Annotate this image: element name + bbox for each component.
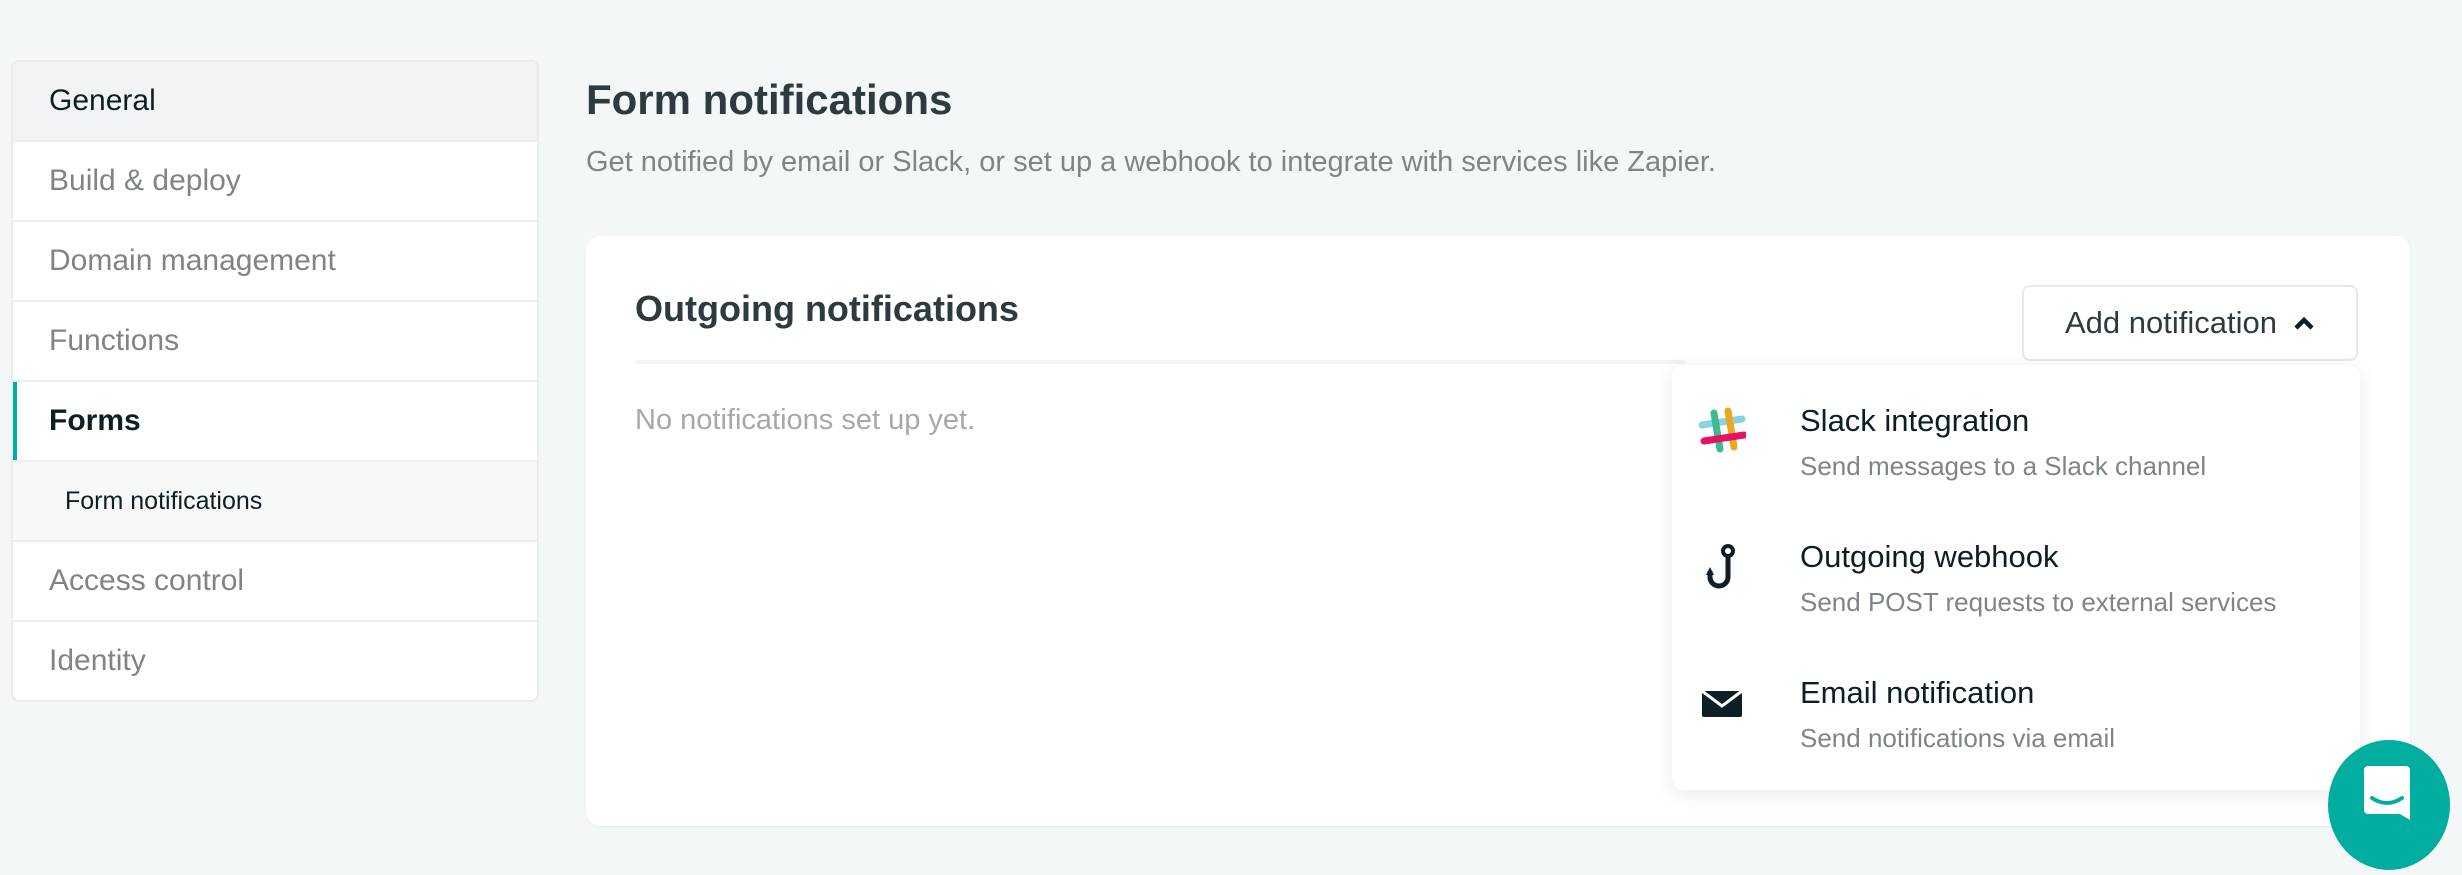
menu-item-slack-integration[interactable]: Slack integration Send messages to a Sla… — [1672, 389, 2360, 519]
sidebar-item-identity[interactable]: Identity — [13, 622, 537, 700]
webhook-hook-icon — [1706, 544, 1735, 589]
add-notification-menu: Slack integration Send messages to a Sla… — [1672, 365, 2360, 790]
menu-item-title: Email notification — [1800, 675, 2035, 710]
sidebar-item-domain-management[interactable]: Domain management — [13, 222, 537, 302]
empty-state-text: No notifications set up yet. — [635, 404, 976, 436]
slack-icon — [1698, 407, 1746, 453]
menu-item-outgoing-webhook[interactable]: Outgoing webhook Send POST requests to e… — [1672, 525, 2360, 655]
menu-item-description: Send POST requests to external services — [1800, 587, 2277, 617]
sidebar-subitem-form-notifications[interactable]: Form notifications — [13, 462, 537, 542]
settings-sidebar: General Build & deploy Domain management… — [11, 60, 539, 702]
sidebar-item-forms[interactable]: Forms — [13, 382, 537, 462]
chat-icon — [2364, 766, 2410, 820]
add-notification-button[interactable]: Add notification — [2022, 285, 2358, 361]
menu-item-title: Slack integration — [1800, 403, 2030, 438]
add-notification-label: Add notification — [2065, 305, 2277, 340]
chat-launcher-button[interactable] — [2328, 740, 2450, 870]
menu-item-title: Outgoing webhook — [1800, 539, 2059, 574]
sidebar-item-functions[interactable]: Functions — [13, 302, 537, 382]
chevron-up-icon — [2294, 316, 2314, 330]
page-title: Form notifications — [586, 76, 953, 123]
page-subtitle: Get notified by email or Slack, or set u… — [586, 146, 1716, 178]
sidebar-item-access-control[interactable]: Access control — [13, 542, 537, 622]
envelope-icon — [1701, 689, 1743, 717]
sidebar-item-general[interactable]: General — [13, 62, 537, 142]
menu-item-description: Send messages to a Slack channel — [1800, 451, 2207, 481]
menu-item-email-notification[interactable]: Email notification Send notifications vi… — [1672, 661, 2360, 791]
sidebar-item-build-deploy[interactable]: Build & deploy — [13, 142, 537, 222]
menu-item-description: Send notifications via email — [1800, 723, 2116, 753]
divider — [635, 360, 1685, 364]
card-title: Outgoing notifications — [635, 288, 1019, 329]
